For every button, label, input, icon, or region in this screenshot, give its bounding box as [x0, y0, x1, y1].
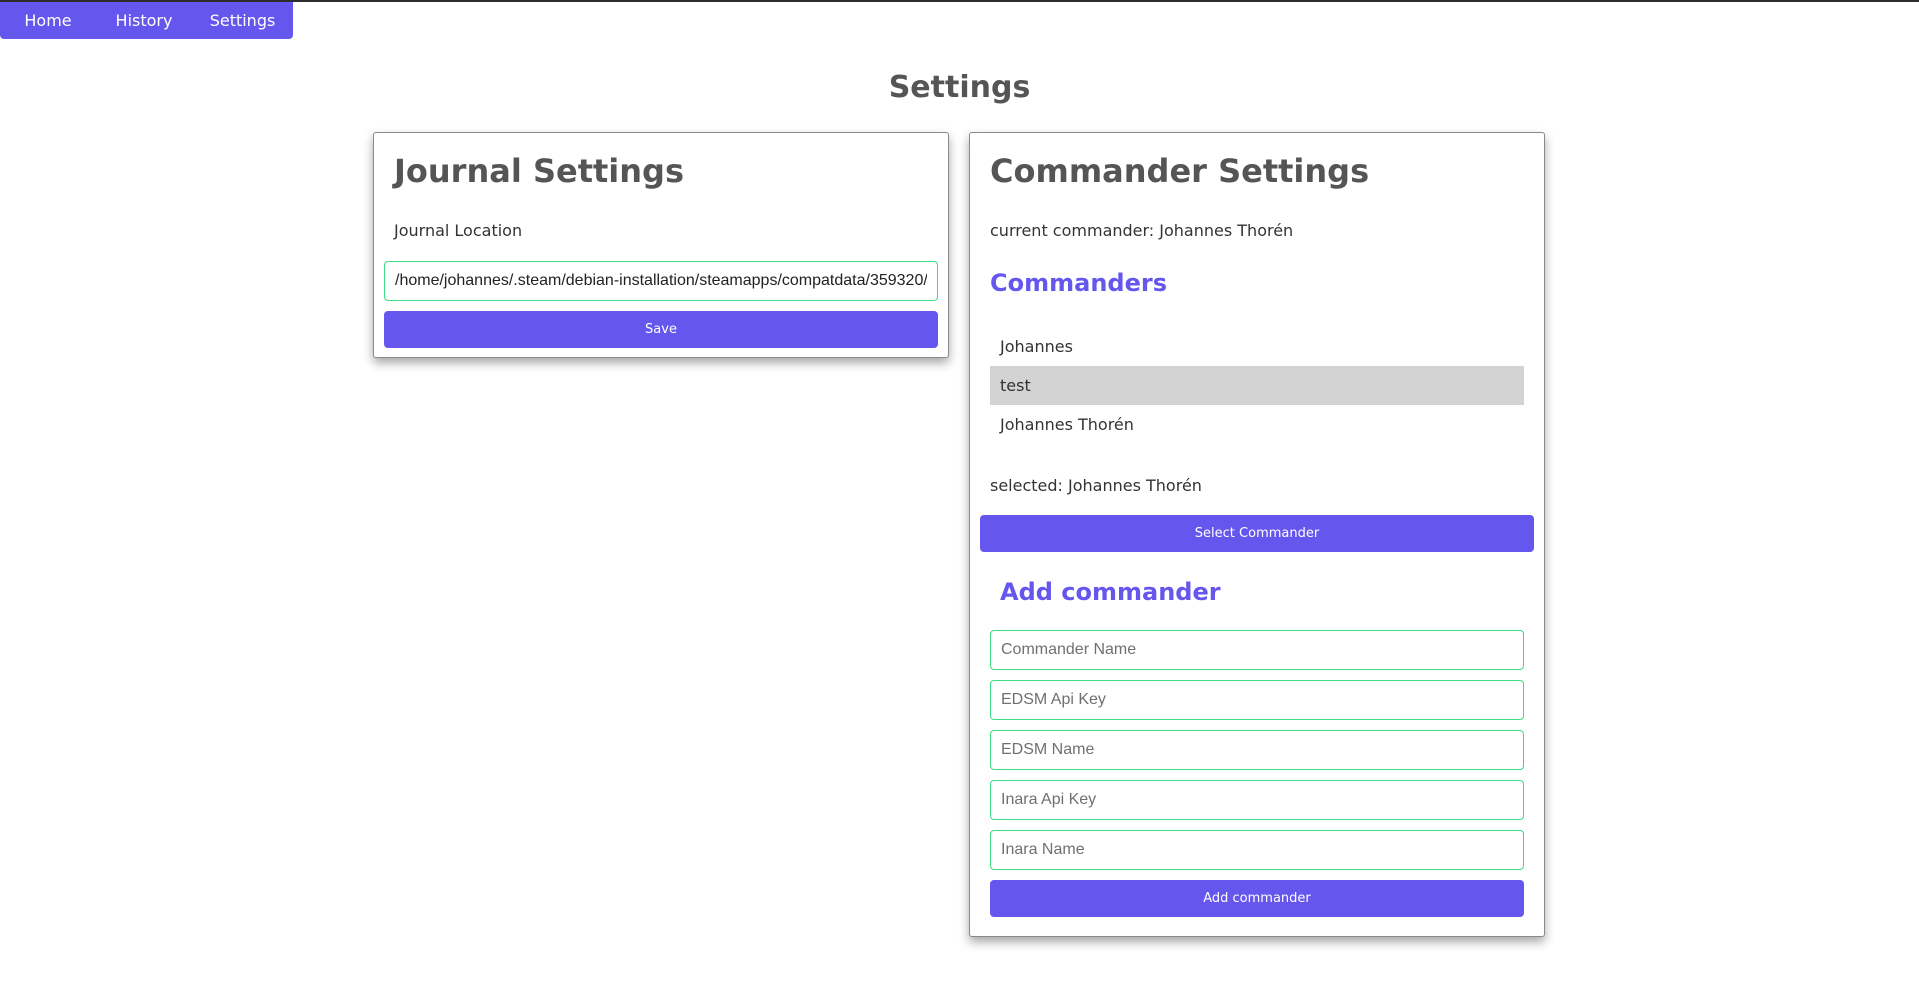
- top-nav: Home History Settings: [0, 2, 293, 39]
- commander-name-input[interactable]: [990, 630, 1524, 670]
- selected-commander-text: selected: Johannes Thorén: [990, 476, 1202, 495]
- nav-home[interactable]: Home: [0, 2, 96, 39]
- commander-list-item[interactable]: Johannes: [990, 327, 1524, 366]
- edsm-api-key-input[interactable]: [990, 680, 1524, 720]
- nav-settings[interactable]: Settings: [192, 2, 293, 39]
- commander-settings-title: Commander Settings: [990, 152, 1370, 190]
- current-commander-text: current commander: Johannes Thorén: [990, 221, 1294, 240]
- journal-settings-card: Journal Settings Journal Location Save: [373, 132, 949, 358]
- commander-list: Johannes test Johannes Thorén: [990, 327, 1524, 444]
- save-button[interactable]: Save: [384, 311, 938, 348]
- commander-list-item[interactable]: test: [990, 366, 1524, 405]
- journal-location-input[interactable]: [384, 261, 938, 301]
- journal-settings-title: Journal Settings: [394, 152, 684, 190]
- inara-api-key-input[interactable]: [990, 780, 1524, 820]
- journal-location-label: Journal Location: [394, 221, 523, 240]
- commanders-heading: Commanders: [990, 269, 1167, 297]
- page-title: Settings: [888, 70, 1031, 105]
- commander-settings-card: Commander Settings current commander: Jo…: [969, 132, 1545, 937]
- nav-history[interactable]: History: [96, 2, 192, 39]
- edsm-name-input[interactable]: [990, 730, 1524, 770]
- add-commander-button[interactable]: Add commander: [990, 880, 1524, 917]
- add-commander-heading: Add commander: [1000, 578, 1221, 606]
- inara-name-input[interactable]: [990, 830, 1524, 870]
- commander-list-item[interactable]: Johannes Thorén: [990, 405, 1524, 444]
- select-commander-button[interactable]: Select Commander: [980, 515, 1534, 552]
